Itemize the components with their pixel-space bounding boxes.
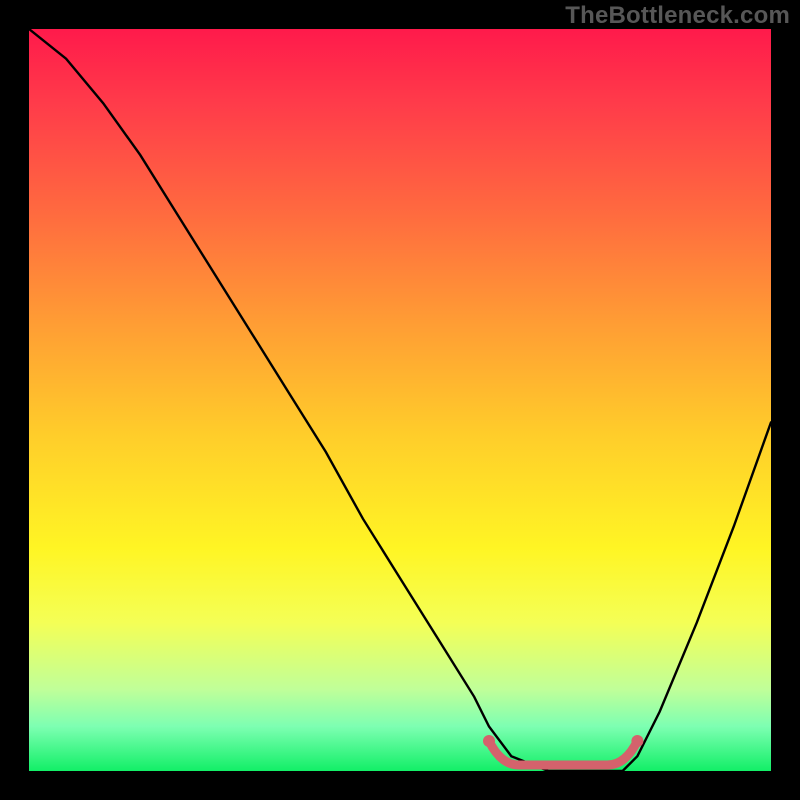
watermark-text: TheBottleneck.com — [565, 2, 790, 30]
chart-frame: TheBottleneck.com — [0, 0, 800, 800]
gradient-plot-area — [29, 29, 771, 771]
